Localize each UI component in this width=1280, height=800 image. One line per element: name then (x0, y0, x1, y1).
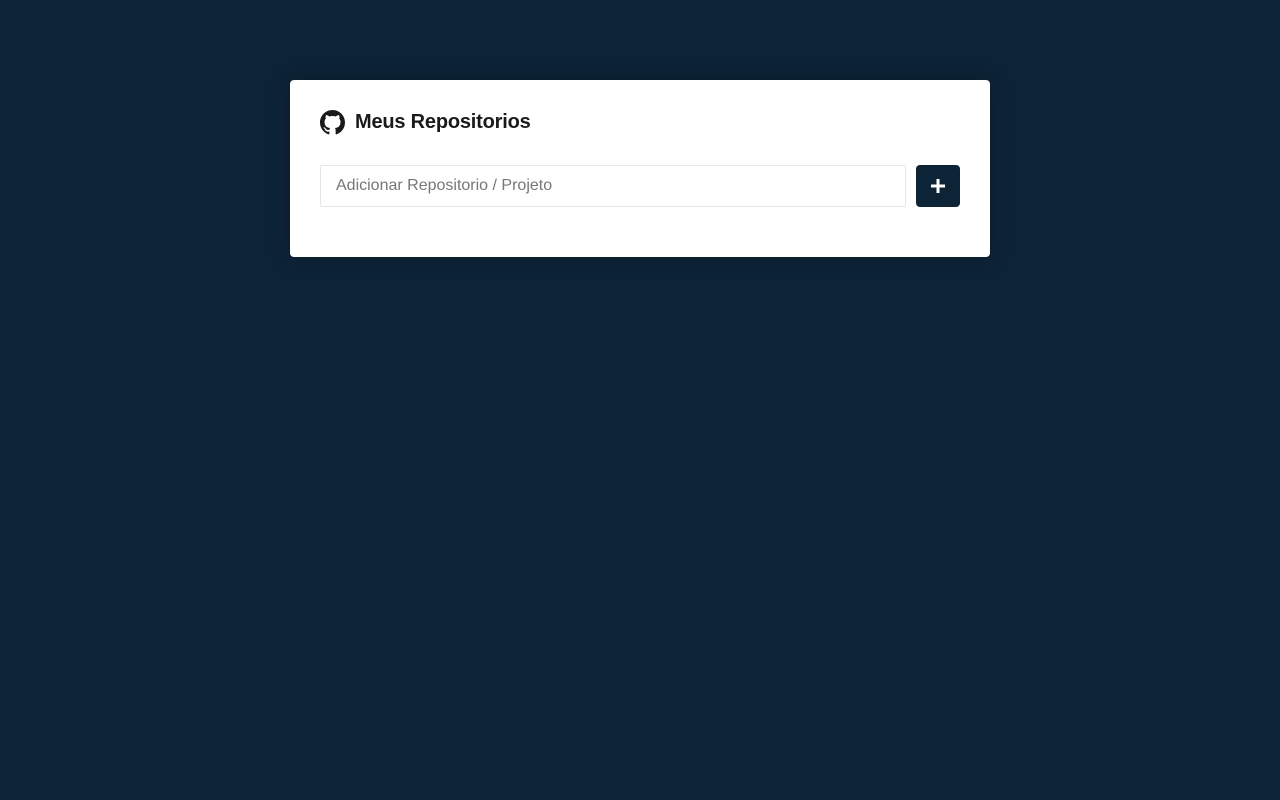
add-repository-form (320, 165, 960, 207)
plus-icon (931, 179, 945, 193)
repositories-card: Meus Repositorios (290, 80, 990, 257)
card-header: Meus Repositorios (320, 109, 960, 135)
page-title: Meus Repositorios (355, 110, 531, 133)
github-icon (320, 109, 345, 135)
add-repository-button[interactable] (916, 165, 960, 207)
repository-input[interactable] (320, 165, 906, 207)
